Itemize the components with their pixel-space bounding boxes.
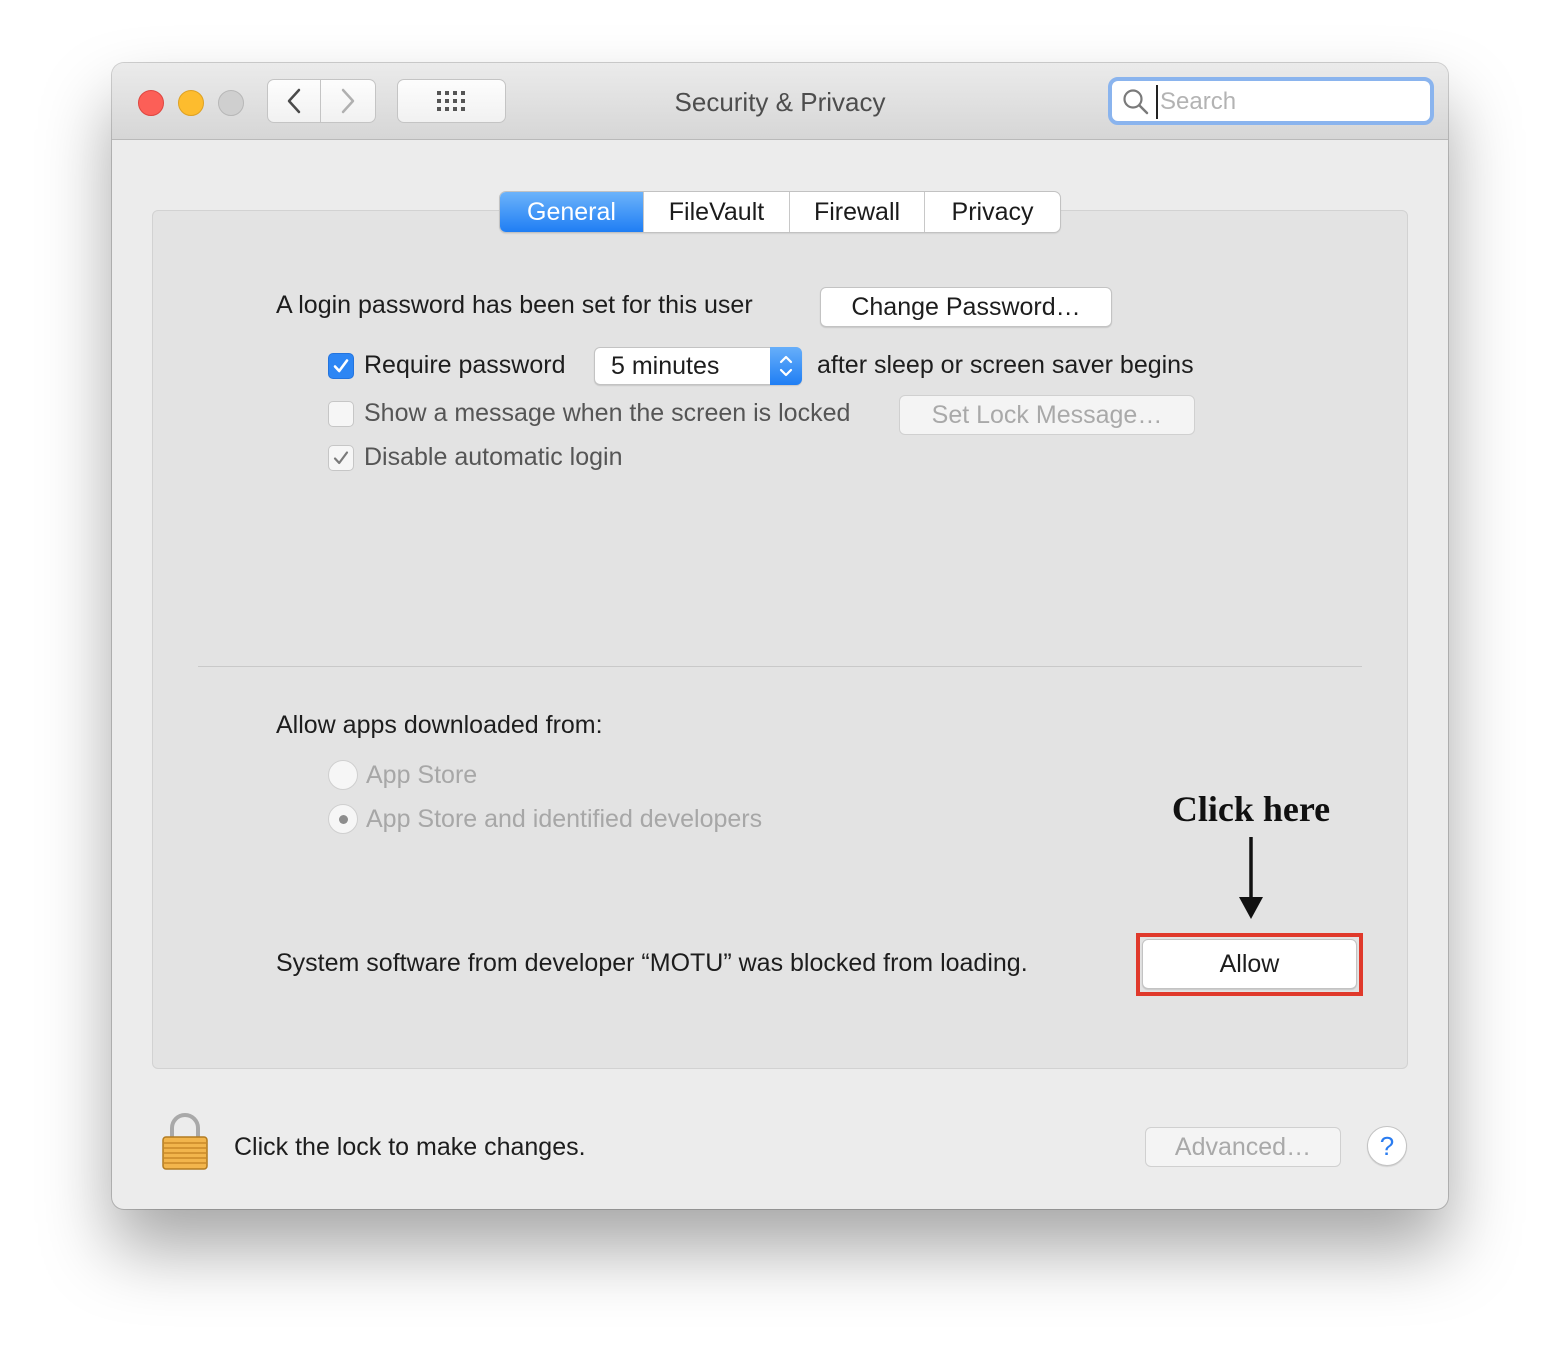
search-input[interactable] (1156, 85, 1422, 119)
login-password-text: A login password has been set for this u… (276, 291, 753, 319)
tab-bar: General FileVault Firewall Privacy (499, 191, 1061, 233)
show-message-label: Show a message when the screen is locked (364, 399, 851, 427)
radio-app-store-identified-label: App Store and identified developers (366, 805, 763, 833)
require-password-checkbox[interactable] (328, 353, 354, 379)
radio-app-store (328, 760, 358, 790)
security-privacy-window: Security & Privacy General FileVault Fir… (112, 63, 1448, 1209)
section-divider (198, 666, 1362, 667)
help-button[interactable]: ? (1367, 1126, 1407, 1166)
popup-stepper-icon (770, 347, 802, 385)
disable-auto-login-checkbox[interactable] (328, 445, 354, 471)
lock-text: Click the lock to make changes. (234, 1133, 586, 1161)
allow-button[interactable]: Allow (1142, 939, 1357, 989)
require-password-suffix: after sleep or screen saver begins (817, 351, 1194, 379)
tab-general[interactable]: General (500, 192, 643, 232)
set-lock-message-button: Set Lock Message… (899, 395, 1195, 435)
radio-app-store-identified (328, 804, 358, 834)
title-bar: Security & Privacy (112, 63, 1448, 140)
password-delay-popup[interactable]: 5 minutes (594, 347, 802, 385)
show-message-checkbox[interactable] (328, 401, 354, 427)
radio-app-store-label: App Store (366, 761, 478, 789)
tab-privacy[interactable]: Privacy (924, 192, 1060, 232)
checkmark-icon (333, 451, 349, 465)
advanced-button: Advanced… (1145, 1127, 1341, 1167)
require-password-label: Require password (364, 351, 566, 379)
search-field[interactable] (1108, 77, 1434, 125)
radio-selected-dot (338, 814, 348, 824)
search-icon (1122, 88, 1150, 121)
disable-auto-login-label: Disable automatic login (364, 443, 623, 471)
lock-icon[interactable] (160, 1113, 210, 1171)
change-password-button[interactable]: Change Password… (820, 287, 1112, 327)
tab-filevault[interactable]: FileVault (643, 192, 789, 232)
allow-apps-heading: Allow apps downloaded from: (276, 711, 603, 739)
checkmark-icon (333, 359, 349, 373)
annotation-arrow-icon (1239, 837, 1263, 919)
annotation-text: Click here (1171, 789, 1331, 829)
password-delay-value: 5 minutes (611, 352, 720, 380)
tab-firewall[interactable]: Firewall (789, 192, 924, 232)
blocked-message: System software from developer “MOTU” wa… (276, 949, 1028, 977)
